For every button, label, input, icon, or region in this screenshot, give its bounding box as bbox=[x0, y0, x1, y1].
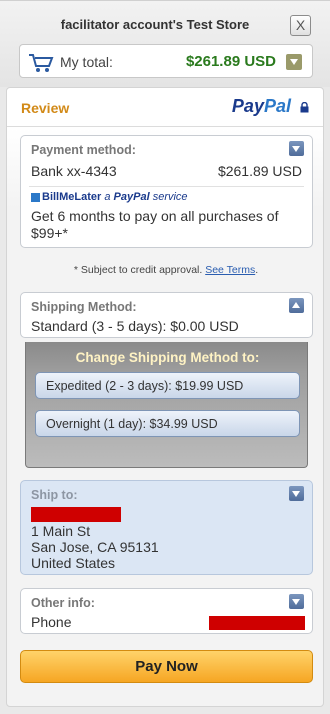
total-expand-icon[interactable] bbox=[286, 54, 302, 70]
chevron-down-icon[interactable] bbox=[289, 141, 304, 156]
credit-note: * Subject to credit approval. See Terms. bbox=[7, 264, 325, 276]
change-shipping-title: Change Shipping Method to: bbox=[75, 350, 260, 365]
chevron-up-icon[interactable] bbox=[289, 298, 304, 313]
ship-to-title: Ship to: bbox=[31, 488, 78, 502]
review-panel: Review PayPal Payment method: Bank xx-43… bbox=[6, 87, 324, 707]
billmelater-offer-text: Get 6 months to pay on all purchases of … bbox=[31, 208, 279, 241]
redacted-name bbox=[31, 507, 121, 522]
header: facilitator account's Test Store X My to… bbox=[0, 1, 330, 87]
billmelater-check-icon bbox=[31, 192, 40, 202]
shipping-option-overnight[interactable]: Overnight (1 day): $34.99 USD bbox=[35, 410, 300, 437]
cart-icon bbox=[29, 54, 54, 72]
shipping-method-selected: Standard (3 - 5 days): $0.00 USD bbox=[31, 318, 239, 334]
shipping-method-header[interactable]: Shipping Method: bbox=[21, 293, 312, 317]
card-separator bbox=[29, 186, 304, 187]
billmelater-brand: BillMeLater bbox=[42, 191, 102, 203]
credit-note-text: * Subject to credit approval. bbox=[73, 264, 203, 276]
divider bbox=[7, 126, 323, 127]
pay-now-button[interactable]: Pay Now bbox=[20, 650, 313, 683]
other-info-header[interactable]: Other info: bbox=[21, 589, 312, 613]
payment-method-card: Payment method: Bank xx-4343 $261.89 USD… bbox=[20, 135, 313, 248]
payment-method-title: Payment method: bbox=[31, 143, 136, 157]
chevron-down-icon[interactable] bbox=[289, 486, 304, 501]
credit-note-suffix: . bbox=[255, 264, 259, 276]
ship-to-header[interactable]: Ship to: bbox=[21, 481, 312, 505]
close-button[interactable]: X bbox=[290, 15, 311, 36]
phone-label: Phone bbox=[31, 614, 72, 630]
other-info-title: Other info: bbox=[31, 596, 95, 610]
billmelater-service-prefix: a bbox=[104, 191, 111, 203]
payment-method-value: Bank xx-4343 bbox=[31, 163, 117, 179]
other-info-card: Other info: Phone bbox=[20, 588, 313, 634]
payment-amount: $261.89 USD bbox=[217, 163, 302, 179]
billmelater-service-paypal: PayPal bbox=[113, 191, 150, 203]
shipping-method-title: Shipping Method: bbox=[31, 300, 137, 314]
paypal-logo-pal: Pal bbox=[263, 96, 291, 116]
paypal-logo-pay: Pay bbox=[231, 96, 264, 116]
chevron-down-icon[interactable] bbox=[289, 594, 304, 609]
address-line-3: United States bbox=[31, 555, 116, 571]
total-amount: $261.89 USD bbox=[185, 53, 276, 70]
ship-to-card: Ship to: 1 Main St San Jose, CA 95131 Un… bbox=[20, 480, 313, 575]
billmelater-logo: BillMeLater a PayPal service bbox=[31, 191, 188, 203]
paypal-checkout-window: facilitator account's Test Store X My to… bbox=[0, 0, 330, 714]
address-line-1: 1 Main St bbox=[31, 523, 91, 539]
store-title: facilitator account's Test Store bbox=[60, 17, 250, 32]
address-line-2: San Jose, CA 95131 bbox=[31, 539, 159, 555]
total-box[interactable]: My total: $261.89 USD bbox=[19, 44, 313, 78]
payment-method-header[interactable]: Payment method: bbox=[21, 136, 312, 160]
see-terms-link[interactable]: See Terms bbox=[205, 264, 255, 276]
total-label: My total: bbox=[60, 54, 113, 70]
redacted-phone bbox=[209, 616, 305, 630]
paypal-logo: PayPal bbox=[232, 96, 309, 117]
billmelater-service-suffix: service bbox=[152, 191, 188, 203]
shipping-method-card: Shipping Method: Standard (3 - 5 days): … bbox=[20, 292, 313, 338]
shipping-options-panel: Change Shipping Method to: Expedited (2 … bbox=[25, 342, 308, 468]
shipping-option-expedited[interactable]: Expedited (2 - 3 days): $19.99 USD bbox=[35, 372, 300, 399]
lock-icon bbox=[300, 101, 309, 113]
review-title: Review bbox=[21, 100, 70, 116]
